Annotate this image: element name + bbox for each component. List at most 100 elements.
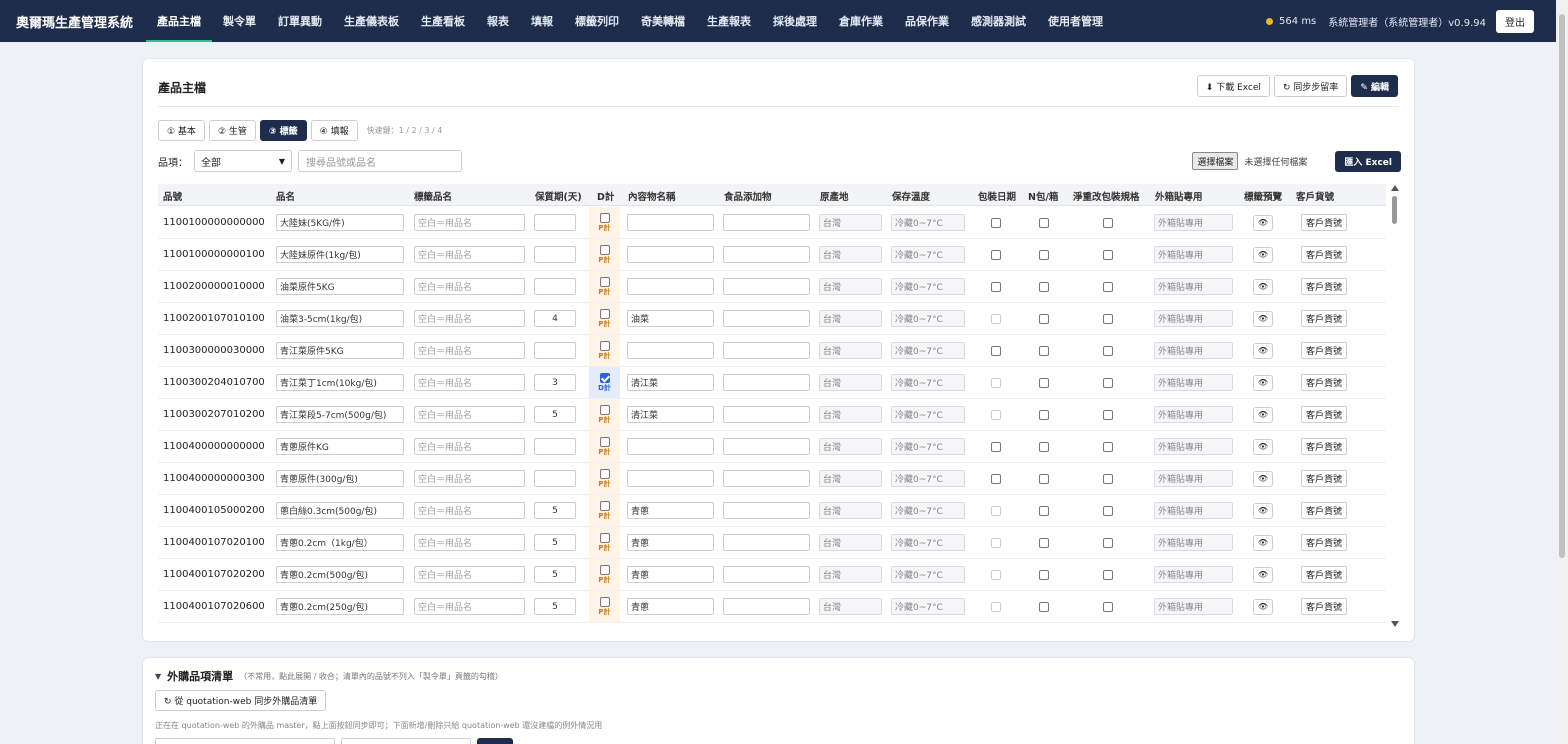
content-name-input[interactable] — [627, 342, 714, 359]
d-calc-checkbox[interactable] — [599, 533, 610, 543]
customer-code-button[interactable]: 客戶貨號 — [1301, 470, 1348, 487]
content-name-input[interactable]: 青蔥 — [627, 534, 714, 551]
content-name-input[interactable] — [627, 214, 714, 231]
additive-input[interactable] — [723, 438, 810, 455]
additive-input[interactable] — [723, 534, 810, 551]
storage-temp-input[interactable]: 冷藏0~7°C — [891, 214, 965, 231]
product-name-input[interactable]: 大陸妹(5KG/件) — [276, 214, 404, 231]
step-tab-3[interactable]: ③ 標籤 — [259, 120, 307, 141]
n-per-box-checkbox[interactable] — [1039, 409, 1049, 420]
origin-input[interactable]: 台灣 — [819, 342, 882, 359]
nav-item-5[interactable]: 報表 — [476, 0, 520, 42]
carton-label-input[interactable]: 外箱貼專用 — [1154, 534, 1233, 551]
eye-icon[interactable]: 👁 — [1253, 246, 1273, 263]
label-name-input[interactable]: 空白＝用品名 — [414, 598, 525, 615]
storage-temp-input[interactable]: 冷藏0~7°C — [891, 310, 965, 327]
pack-date-checkbox[interactable] — [991, 217, 1001, 228]
customer-code-button[interactable]: 客戶貨號 — [1301, 246, 1348, 263]
add-purchased-button[interactable] — [477, 738, 513, 744]
net-weight-checkbox[interactable] — [1103, 537, 1113, 548]
page-scroll-thumb[interactable] — [1559, 14, 1565, 558]
origin-input[interactable]: 台灣 — [819, 598, 882, 615]
storage-temp-input[interactable]: 冷藏0~7°C — [891, 278, 965, 295]
net-weight-checkbox[interactable] — [1103, 249, 1113, 260]
content-name-input[interactable]: 青蔥 — [627, 502, 714, 519]
carton-label-input[interactable]: 外箱貼專用 — [1154, 310, 1233, 327]
category-select[interactable]: 全部 ▼ — [194, 150, 292, 172]
shelf-life-input[interactable] — [534, 246, 576, 263]
column-header-13[interactable]: 標籤預覽 — [1244, 189, 1282, 203]
purchased-toggle[interactable]: ▼ 外購品項清單 （不常用，點此展開 / 收合；清單內的品號不列入「製令單」頁籤… — [155, 668, 503, 684]
origin-input[interactable]: 台灣 — [819, 534, 882, 551]
nav-item-4[interactable]: 生產看板 — [410, 0, 476, 42]
eye-icon[interactable]: 👁 — [1253, 406, 1273, 423]
nav-item-0[interactable]: 產品主檔 — [146, 0, 212, 42]
column-header-10[interactable]: N包/箱 — [1028, 189, 1058, 203]
content-name-input[interactable] — [627, 246, 714, 263]
nav-item-9[interactable]: 生產報表 — [696, 0, 762, 42]
eye-icon[interactable]: 👁 — [1253, 534, 1273, 551]
column-header-3[interactable]: 保質期(天) — [535, 189, 582, 203]
shelf-life-input[interactable] — [534, 470, 576, 487]
origin-input[interactable]: 台灣 — [819, 214, 882, 231]
n-per-box-checkbox[interactable] — [1039, 537, 1049, 548]
additive-input[interactable] — [723, 246, 810, 263]
n-per-box-checkbox[interactable] — [1039, 281, 1049, 292]
label-name-input[interactable]: 空白＝用品名 — [414, 214, 525, 231]
shelf-life-input[interactable]: 5 — [534, 406, 576, 423]
n-per-box-checkbox[interactable] — [1039, 601, 1049, 612]
d-calc-checkbox[interactable] — [599, 565, 610, 575]
label-name-input[interactable]: 空白＝用品名 — [414, 566, 525, 583]
sync-purchased-button[interactable]: ↻ 從 quotation-web 同步外購品清單 — [155, 690, 327, 711]
origin-input[interactable]: 台灣 — [819, 310, 882, 327]
nav-item-12[interactable]: 品保作業 — [894, 0, 960, 42]
storage-temp-input[interactable]: 冷藏0~7°C — [891, 502, 965, 519]
shelf-life-input[interactable]: 3 — [534, 374, 576, 391]
column-header-5[interactable]: 內容物名稱 — [628, 189, 676, 203]
origin-input[interactable]: 台灣 — [819, 246, 882, 263]
d-calc-checkbox[interactable] — [599, 309, 610, 319]
table-scroll-thumb[interactable] — [1392, 196, 1397, 224]
additive-input[interactable] — [723, 310, 810, 327]
d-calc-checkbox[interactable] — [599, 341, 610, 351]
sync-yield-button[interactable]: ↻ 同步步留率 — [1273, 75, 1348, 97]
scroll-down-icon[interactable] — [1391, 621, 1399, 627]
edit-button[interactable]: ✎ 編輯 — [1351, 75, 1398, 97]
pack-date-checkbox[interactable] — [991, 281, 1001, 292]
origin-input[interactable]: 台灣 — [819, 438, 882, 455]
eye-icon[interactable]: 👁 — [1253, 310, 1273, 327]
eye-icon[interactable]: 👁 — [1253, 438, 1273, 455]
additive-input[interactable] — [723, 374, 810, 391]
pack-date-checkbox[interactable] — [991, 345, 1001, 356]
storage-temp-input[interactable]: 冷藏0~7°C — [891, 406, 965, 423]
eye-icon[interactable]: 👁 — [1253, 502, 1273, 519]
customer-code-button[interactable]: 客戶貨號 — [1301, 534, 1348, 551]
net-weight-checkbox[interactable] — [1103, 505, 1113, 516]
carton-label-input[interactable]: 外箱貼專用 — [1154, 342, 1233, 359]
search-input[interactable]: 搜尋品號或品名 — [298, 150, 462, 172]
pack-date-checkbox[interactable] — [991, 441, 1001, 452]
storage-temp-input[interactable]: 冷藏0~7°C — [891, 342, 965, 359]
customer-code-button[interactable]: 客戶貨號 — [1301, 374, 1348, 391]
column-header-11[interactable]: 淨重改包裝規格 — [1073, 189, 1140, 203]
label-name-input[interactable]: 空白＝用品名 — [414, 438, 525, 455]
d-calc-checkbox[interactable] — [599, 245, 610, 255]
origin-input[interactable]: 台灣 — [819, 406, 882, 423]
customer-code-button[interactable]: 客戶貨號 — [1301, 502, 1348, 519]
product-name-input[interactable]: 青蔥0.2cm（1kg/包） — [276, 534, 404, 551]
page-scrollbar[interactable] — [1556, 0, 1568, 744]
choose-file-button[interactable]: 選擇檔案 — [1192, 152, 1239, 170]
eye-icon[interactable]: 👁 — [1253, 374, 1273, 391]
n-per-box-checkbox[interactable] — [1039, 377, 1049, 388]
content-name-input[interactable]: 清江菜 — [627, 374, 714, 391]
nav-item-3[interactable]: 生產儀表板 — [333, 0, 410, 42]
net-weight-checkbox[interactable] — [1103, 281, 1113, 292]
additive-input[interactable] — [723, 502, 810, 519]
n-per-box-checkbox[interactable] — [1039, 441, 1049, 452]
storage-temp-input[interactable]: 冷藏0~7°C — [891, 246, 965, 263]
product-name-input[interactable]: 青蔥原件KG — [276, 438, 404, 455]
purchased-name-input[interactable] — [341, 738, 471, 744]
content-name-input[interactable]: 青蔥 — [627, 598, 714, 615]
carton-label-input[interactable]: 外箱貼專用 — [1154, 598, 1233, 615]
shelf-life-input[interactable] — [534, 342, 576, 359]
